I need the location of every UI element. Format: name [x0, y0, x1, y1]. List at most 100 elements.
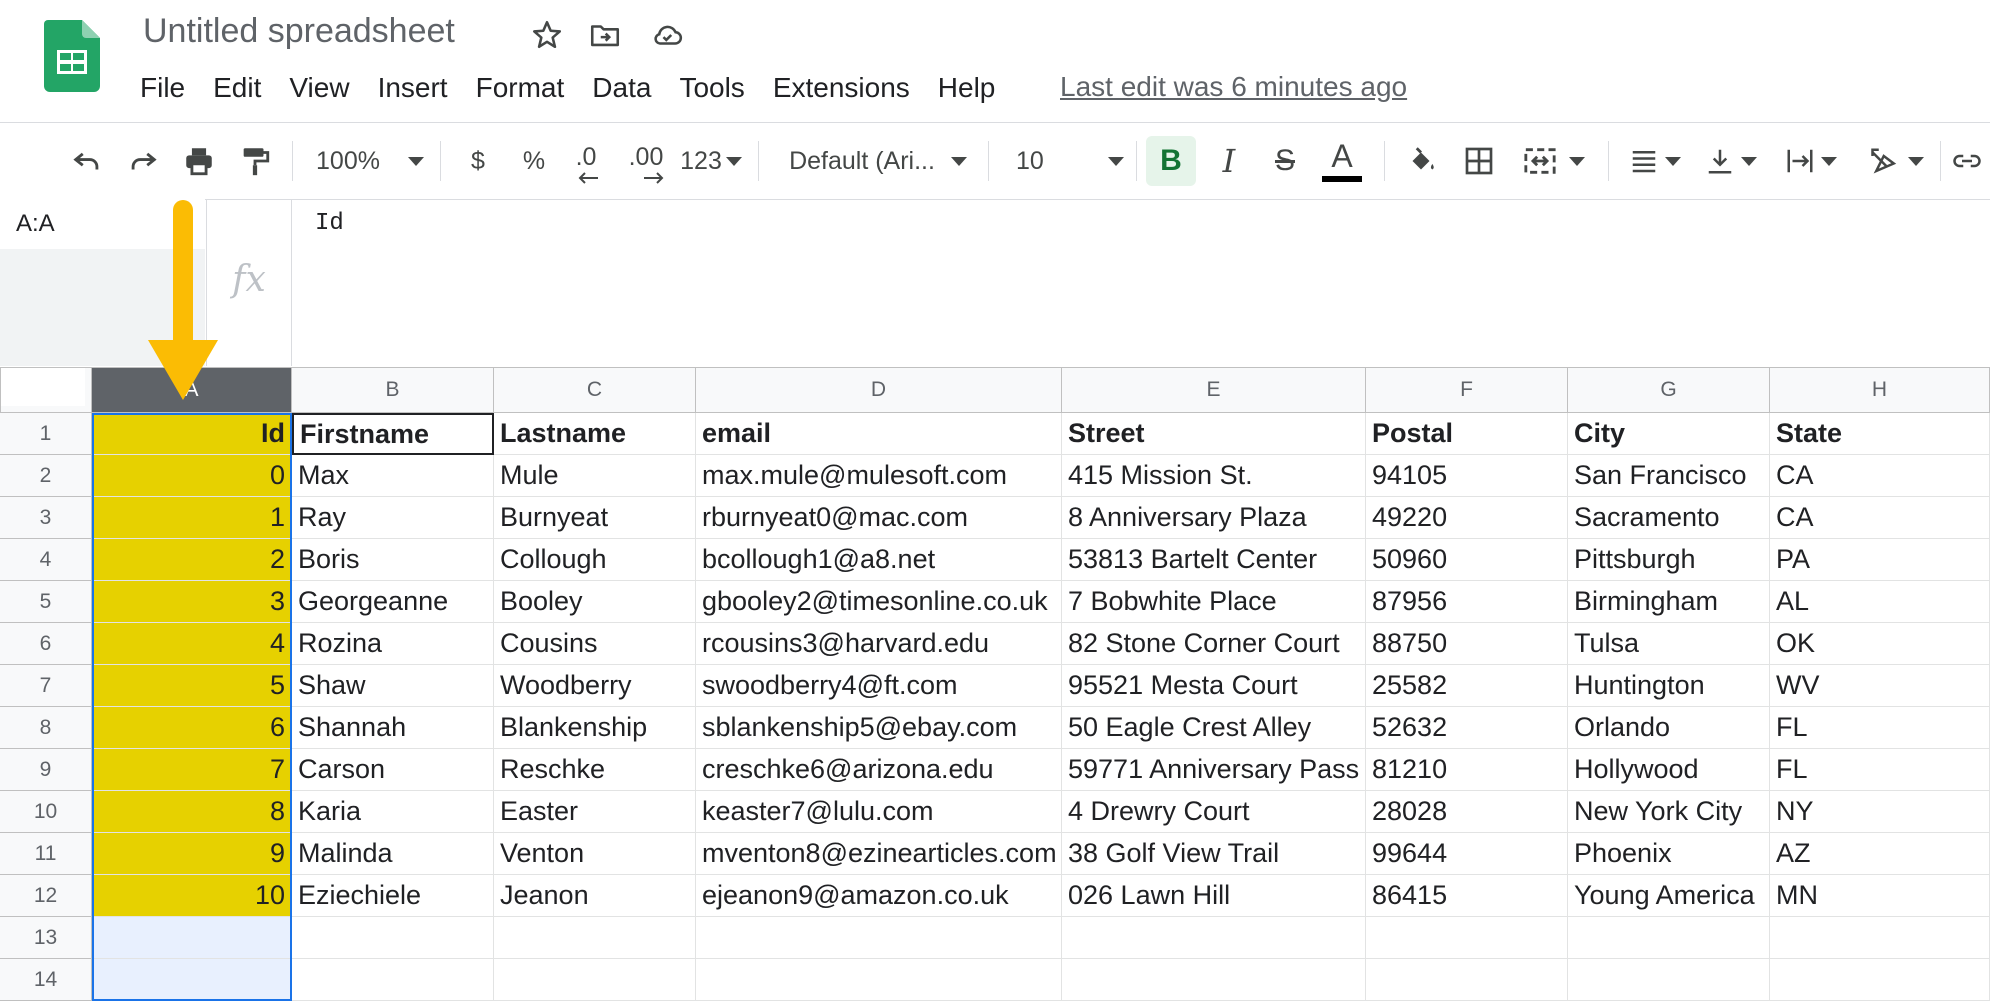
cell-a5[interactable]: 3 — [92, 581, 292, 623]
column-header-g[interactable]: G — [1568, 367, 1770, 413]
text-color-button[interactable]: A — [1318, 123, 1366, 199]
column-header-h[interactable]: H — [1770, 367, 1990, 413]
cell-a9[interactable]: 7 — [92, 749, 292, 791]
cell-f1[interactable]: Postal — [1366, 413, 1568, 455]
cell-b13[interactable] — [292, 917, 494, 959]
cell-g4[interactable]: Pittsburgh — [1568, 539, 1770, 581]
bold-button[interactable]: B — [1146, 136, 1196, 186]
cell-e13[interactable] — [1062, 917, 1366, 959]
cell-b12[interactable]: Eziechiele — [292, 875, 494, 917]
cell-a11[interactable]: 9 — [92, 833, 292, 875]
cloud-saved-icon[interactable] — [650, 18, 684, 52]
cell-d14[interactable] — [696, 959, 1062, 1001]
cell-c9[interactable]: Reschke — [494, 749, 696, 791]
column-header-c[interactable]: C — [494, 367, 696, 413]
cell-e3[interactable]: 8 Anniversary Plaza — [1062, 497, 1366, 539]
menu-edit[interactable]: Edit — [213, 72, 261, 104]
cell-g14[interactable] — [1568, 959, 1770, 1001]
cell-b11[interactable]: Malinda — [292, 833, 494, 875]
redo-icon[interactable] — [122, 123, 164, 199]
column-header-f[interactable]: F — [1366, 367, 1568, 413]
cell-g7[interactable]: Huntington — [1568, 665, 1770, 707]
cell-d6[interactable]: rcousins3@harvard.edu — [696, 623, 1062, 665]
cell-h10[interactable]: NY — [1770, 791, 1990, 833]
cell-f5[interactable]: 87956 — [1366, 581, 1568, 623]
menu-file[interactable]: File — [140, 72, 185, 104]
cell-e14[interactable] — [1062, 959, 1366, 1001]
cell-a1[interactable]: Id — [92, 413, 292, 455]
cell-b9[interactable]: Carson — [292, 749, 494, 791]
cell-d1[interactable]: email — [696, 413, 1062, 455]
cell-e12[interactable]: 026 Lawn Hill — [1062, 875, 1366, 917]
increase-decimal-button[interactable]: .00 — [620, 123, 672, 199]
cell-a13[interactable] — [92, 917, 292, 959]
cell-f3[interactable]: 49220 — [1366, 497, 1568, 539]
cell-e10[interactable]: 4 Drewry Court — [1062, 791, 1366, 833]
row-header[interactable]: 12 — [0, 875, 92, 917]
cell-c4[interactable]: Collough — [494, 539, 696, 581]
cell-h2[interactable]: CA — [1770, 455, 1990, 497]
row-header[interactable]: 1 — [0, 413, 92, 455]
cell-a2[interactable]: 0 — [92, 455, 292, 497]
cell-h3[interactable]: CA — [1770, 497, 1990, 539]
row-header[interactable]: 14 — [0, 959, 92, 1001]
row-header[interactable]: 4 — [0, 539, 92, 581]
move-folder-icon[interactable] — [588, 18, 622, 52]
row-header[interactable]: 13 — [0, 917, 92, 959]
last-edit-link[interactable]: Last edit was 6 minutes ago — [1060, 71, 1407, 103]
row-header[interactable]: 8 — [0, 707, 92, 749]
cell-d2[interactable]: max.mule@mulesoft.com — [696, 455, 1062, 497]
undo-icon[interactable] — [66, 123, 108, 199]
cell-c13[interactable] — [494, 917, 696, 959]
cell-h14[interactable] — [1770, 959, 1990, 1001]
cell-f11[interactable]: 99644 — [1366, 833, 1568, 875]
font-size-select[interactable]: 10 — [1000, 123, 1130, 199]
cell-c10[interactable]: Easter — [494, 791, 696, 833]
menu-extensions[interactable]: Extensions — [773, 72, 910, 104]
cell-f10[interactable]: 28028 — [1366, 791, 1568, 833]
cell-d13[interactable] — [696, 917, 1062, 959]
cell-d4[interactable]: bcollough1@a8.net — [696, 539, 1062, 581]
cell-b5[interactable]: Georgeanne — [292, 581, 494, 623]
cell-c8[interactable]: Blankenship — [494, 707, 696, 749]
cell-f13[interactable] — [1366, 917, 1568, 959]
menu-data[interactable]: Data — [592, 72, 651, 104]
insert-link-icon[interactable] — [1950, 123, 1990, 199]
cell-e7[interactable]: 95521 Mesta Court — [1062, 665, 1366, 707]
cell-e11[interactable]: 38 Golf View Trail — [1062, 833, 1366, 875]
cell-g11[interactable]: Phoenix — [1568, 833, 1770, 875]
cell-d9[interactable]: creschke6@arizona.edu — [696, 749, 1062, 791]
cell-d8[interactable]: sblankenship5@ebay.com — [696, 707, 1062, 749]
cell-d11[interactable]: mventon8@ezinearticles.com — [696, 833, 1062, 875]
row-header[interactable]: 2 — [0, 455, 92, 497]
cell-g13[interactable] — [1568, 917, 1770, 959]
fill-color-icon[interactable] — [1398, 123, 1444, 199]
document-title[interactable]: Untitled spreadsheet — [143, 12, 455, 51]
cell-a14[interactable] — [92, 959, 292, 1001]
cell-b3[interactable]: Ray — [292, 497, 494, 539]
cell-b8[interactable]: Shannah — [292, 707, 494, 749]
italic-button[interactable]: I — [1206, 123, 1252, 199]
zoom-select[interactable]: 100% — [310, 123, 430, 199]
cell-c11[interactable]: Venton — [494, 833, 696, 875]
cell-c12[interactable]: Jeanon — [494, 875, 696, 917]
cell-e9[interactable]: 59771 Anniversary Pass — [1062, 749, 1366, 791]
percent-format-button[interactable]: % — [514, 123, 554, 199]
cell-g6[interactable]: Tulsa — [1568, 623, 1770, 665]
cell-g12[interactable]: Young America — [1568, 875, 1770, 917]
cell-g2[interactable]: San Francisco — [1568, 455, 1770, 497]
vertical-align-icon[interactable] — [1696, 123, 1766, 199]
menu-format[interactable]: Format — [476, 72, 565, 104]
merge-cells-icon[interactable] — [1514, 123, 1594, 199]
cell-c14[interactable] — [494, 959, 696, 1001]
column-header-e[interactable]: E — [1062, 367, 1366, 413]
row-header[interactable]: 10 — [0, 791, 92, 833]
cell-h1[interactable]: State — [1770, 413, 1990, 455]
cell-e5[interactable]: 7 Bobwhite Place — [1062, 581, 1366, 623]
cell-b10[interactable]: Karia — [292, 791, 494, 833]
cell-g10[interactable]: New York City — [1568, 791, 1770, 833]
horizontal-align-icon[interactable] — [1620, 123, 1690, 199]
cell-h6[interactable]: OK — [1770, 623, 1990, 665]
cell-e6[interactable]: 82 Stone Corner Court — [1062, 623, 1366, 665]
cell-g3[interactable]: Sacramento — [1568, 497, 1770, 539]
